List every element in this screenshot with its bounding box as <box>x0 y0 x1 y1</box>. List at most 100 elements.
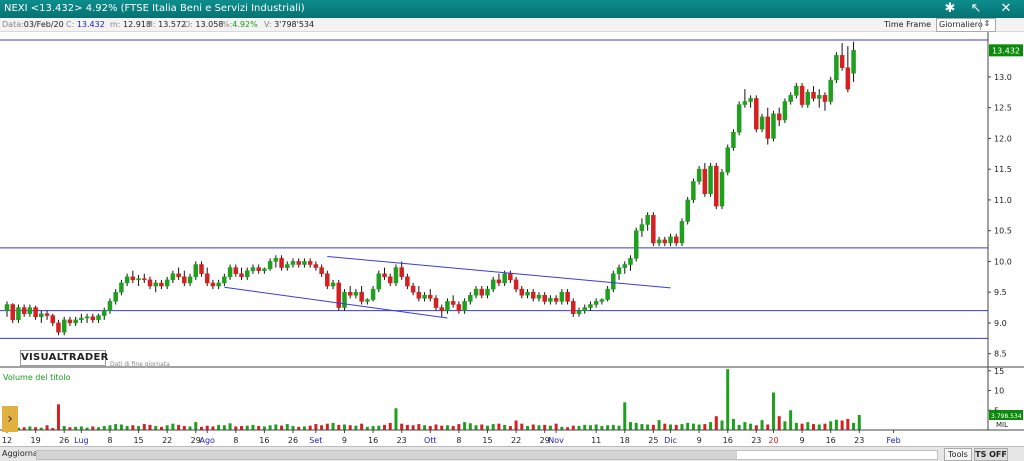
candle-body <box>725 147 730 173</box>
candle-body <box>696 168 702 182</box>
volume-bar <box>468 423 472 430</box>
volume-bar <box>714 416 718 430</box>
y-tick-label: 10.0 <box>994 257 1012 266</box>
candle-body <box>765 116 771 139</box>
chevron-down-icon[interactable]: ⇕ <box>980 18 993 30</box>
candle-body <box>90 316 96 321</box>
x-tick-label: 9 <box>800 436 805 445</box>
x-tick-label: 8 <box>107 436 112 445</box>
candle-body <box>84 316 90 319</box>
candle-body <box>16 307 21 321</box>
x-tick-label: Nov <box>548 436 564 445</box>
volume-bar <box>743 422 747 430</box>
candle-body <box>342 291 347 308</box>
volume-bar <box>388 422 392 430</box>
volume-bar <box>703 424 707 430</box>
volume-bar <box>440 425 444 430</box>
volume-tick-label: 15 <box>994 367 1004 376</box>
cross-icon[interactable]: ✕ <box>996 1 1016 17</box>
candle-body <box>216 282 221 287</box>
candle-body <box>250 267 256 271</box>
volume-bar <box>829 421 833 430</box>
candle-body <box>170 273 176 281</box>
horizontal-scrollbar[interactable] <box>36 450 938 460</box>
candle-body <box>130 276 136 281</box>
volume-bar <box>119 424 123 430</box>
volume-bar <box>628 422 632 430</box>
candle-body <box>799 85 805 105</box>
candle-body <box>731 132 736 148</box>
logo-subtitle: Dati di fine giornata <box>110 361 170 368</box>
tools-button[interactable]: Tools <box>944 448 972 461</box>
volume-bar <box>125 426 129 430</box>
x-tick-label: 15 <box>482 436 492 445</box>
open-value: 13.058 <box>195 20 224 29</box>
x-tick-label: 9 <box>342 436 347 445</box>
candle-body <box>714 165 719 207</box>
volume-bar <box>428 426 432 430</box>
candle-body <box>668 236 673 244</box>
volume-bar <box>663 423 667 430</box>
volume-bar <box>268 425 272 430</box>
candle-body <box>33 307 38 318</box>
y-tick-label: 9.5 <box>994 288 1007 297</box>
candle-body <box>101 310 107 316</box>
volume-bar <box>531 424 535 430</box>
candle-body <box>96 315 101 321</box>
x-tick-label: 23 <box>854 436 864 445</box>
candle-body <box>187 276 193 284</box>
volume-bar <box>274 424 278 430</box>
scrollbar-thumb[interactable] <box>37 451 737 459</box>
candle-body <box>325 273 330 287</box>
candle-body <box>302 261 307 265</box>
price-volume-chart[interactable]: 8.5 9.0 9.5 10.0 10.5 11.0 11.5 12.0 12.5 13.0 13.… <box>0 32 1024 446</box>
volume-bar <box>228 423 232 430</box>
candle-body <box>845 67 851 90</box>
candle-body <box>307 261 313 265</box>
star-icon[interactable]: ✱ <box>940 1 960 17</box>
candle-body <box>736 104 742 133</box>
volume-bar <box>262 426 266 430</box>
volume-bar <box>188 426 192 430</box>
x-tick-label: 16 <box>368 436 378 445</box>
candle-body <box>508 273 513 281</box>
candle-body <box>159 282 164 287</box>
ts-off-button[interactable]: TS OFF <box>974 448 1008 461</box>
volume-bar <box>571 425 575 430</box>
candle-body <box>828 79 833 102</box>
candle-body <box>822 95 828 102</box>
volume-bar <box>600 426 604 430</box>
candle-body <box>56 322 61 333</box>
candle-body <box>405 276 410 287</box>
y-tick-label: 11.0 <box>994 196 1012 205</box>
volume-bar <box>760 420 764 430</box>
candle-body <box>479 288 485 296</box>
x-tick-label: 20 <box>768 436 778 445</box>
volume-bar <box>806 422 810 430</box>
volume-bar <box>737 424 741 430</box>
x-tick-label: Dic <box>664 436 677 445</box>
volume-bar <box>617 425 621 430</box>
aggiorna-button[interactable]: Aggiorna <box>2 449 38 458</box>
candle-body <box>450 301 456 305</box>
volume-bar <box>291 426 295 430</box>
candle-body <box>462 301 467 311</box>
candle-body <box>147 279 153 287</box>
x-tick-label: 23 <box>397 436 407 445</box>
arrow-icon[interactable]: ↖ <box>966 1 986 17</box>
candle-body <box>788 95 793 102</box>
candle-body <box>142 278 147 281</box>
candle-body <box>468 295 473 302</box>
candle-body <box>210 282 216 287</box>
volume-unit-label: MIL <box>996 421 1008 429</box>
x-tick-label: 8 <box>233 436 238 445</box>
candle-body <box>4 304 10 311</box>
candle-body <box>708 165 713 195</box>
volume-bar <box>543 424 547 430</box>
volume-bar <box>463 422 467 430</box>
volume-bar <box>320 425 324 430</box>
pct-label: %: <box>222 20 233 29</box>
volume-bar <box>726 369 730 430</box>
volume-bar <box>840 420 844 430</box>
scroll-left-icon[interactable]: › <box>2 406 18 432</box>
